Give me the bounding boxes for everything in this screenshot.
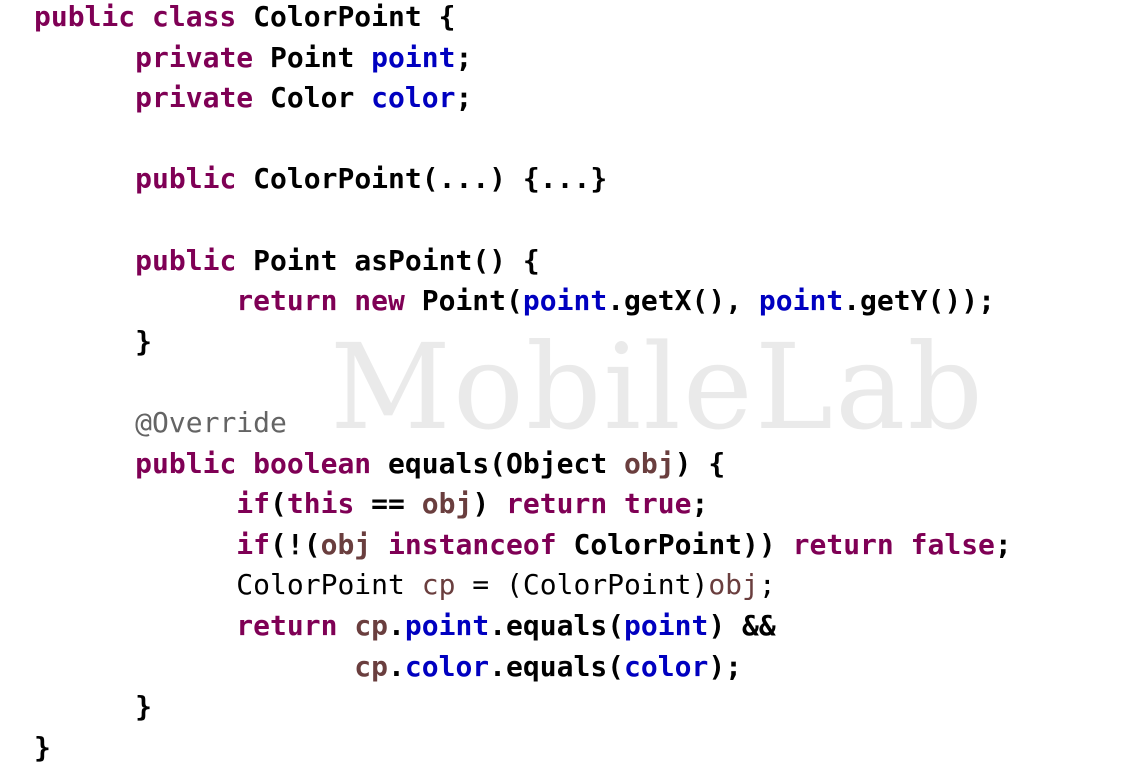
code-token-plain: ColorPoint (236, 568, 422, 602)
code-token-plain: == (354, 487, 422, 521)
code-token-keyword: public (135, 162, 254, 196)
code-token-plain: Color (270, 81, 372, 115)
code-token-field: point (624, 608, 709, 642)
code-token-plain: ColorPoint(...) {...} (253, 162, 608, 196)
code-token-keyword: public class (34, 0, 254, 33)
code-line: return cp.point.equals(point) && (34, 606, 1012, 647)
code-token-plain: ColorPoint { (253, 0, 456, 33)
code-token-plain: ) { (674, 446, 726, 480)
code-token-plain: ( (270, 487, 287, 521)
code-token-plain: ) (472, 487, 507, 521)
code-token-plain: .equals( (489, 649, 625, 683)
code-token-local: obj (421, 487, 473, 521)
code-token-keyword: return true (506, 487, 692, 521)
code-token-keyword: instanceof (388, 527, 557, 561)
code-token-plain: ); (708, 649, 743, 683)
code-token-plain: = (ColorPoint) (455, 568, 709, 602)
code-token-local: cp (421, 568, 456, 602)
code-token-local: obj (708, 568, 759, 602)
code-token-plain: equals(Object (388, 446, 625, 480)
code-token-field: point (522, 284, 608, 318)
code-token-keyword: private (135, 40, 271, 74)
code-token-field: point (758, 284, 844, 318)
code-token-plain: (!( (270, 527, 321, 561)
code-line: public Point asPoint() { (34, 241, 1012, 282)
code-line: private Point point; (34, 38, 1012, 79)
code-token-plain: ; (455, 81, 473, 115)
code-block: public class ColorPoint { private Point … (34, 0, 1012, 768)
code-token-plain: . (388, 608, 405, 642)
code-token-plain: ; (994, 527, 1012, 561)
code-token-plain: ColorPoint)) (556, 527, 793, 561)
code-token-keyword: public boolean (135, 446, 389, 480)
code-token-keyword: if (236, 527, 271, 561)
code-token-field: point (404, 608, 490, 642)
code-line: public class ColorPoint { (34, 0, 1012, 38)
code-line: public ColorPoint(...) {...} (34, 159, 1012, 200)
code-token-plain: } (135, 324, 153, 358)
code-token-field: color (624, 649, 709, 683)
code-token-plain: .equals( (489, 608, 625, 642)
code-token-local: cp (354, 649, 389, 683)
code-token-local: obj (320, 527, 372, 561)
code-token-keyword: public (135, 243, 254, 277)
code-line: public boolean equals(Object obj) { (34, 444, 1012, 485)
code-token-plain: Point asPoint() { (253, 243, 540, 277)
code-token-keyword: this (286, 487, 355, 521)
code-token-plain: .getX(), (607, 284, 759, 318)
code-token-field: point (371, 40, 456, 74)
code-token-field: color (404, 649, 490, 683)
code-token-plain: .getY()); (843, 284, 995, 318)
code-token-plain: ; (455, 40, 473, 74)
code-token-keyword: return false (792, 527, 995, 561)
code-token-local: cp (354, 608, 389, 642)
code-line: cp.color.equals(color); (34, 647, 1012, 688)
code-line: if(!(obj instanceof ColorPoint)) return … (34, 525, 1012, 566)
code-line: @Override (34, 403, 1012, 444)
code-line: if(this == obj) return true; (34, 484, 1012, 525)
code-token-plain: ) && (708, 608, 776, 642)
code-token-plain: ; (691, 487, 709, 521)
code-line: private Color color; (34, 78, 1012, 119)
code-line: ColorPoint cp = (ColorPoint)obj; (34, 565, 1012, 606)
code-token-plain: Point (270, 40, 372, 74)
code-line: } (34, 687, 1012, 728)
code-line: } (34, 322, 1012, 363)
code-token-keyword: private (135, 81, 271, 115)
code-token-keyword: if (236, 487, 271, 521)
code-token-plain: ; (758, 568, 776, 602)
code-token-plain: Point( (421, 284, 523, 318)
code-token-local: obj (624, 446, 675, 480)
code-token-keyword: return new (236, 284, 422, 318)
code-line: } (34, 728, 1012, 769)
code-token-plain: . (388, 649, 405, 683)
code-line: return new Point(point.getX(), point.get… (34, 281, 1012, 322)
code-token-field: color (371, 81, 456, 115)
code-token-annotation: @Override (135, 405, 287, 439)
code-token-keyword: return (236, 608, 355, 642)
code-token-plain: } (135, 690, 153, 724)
code-token-plain: } (34, 730, 51, 764)
